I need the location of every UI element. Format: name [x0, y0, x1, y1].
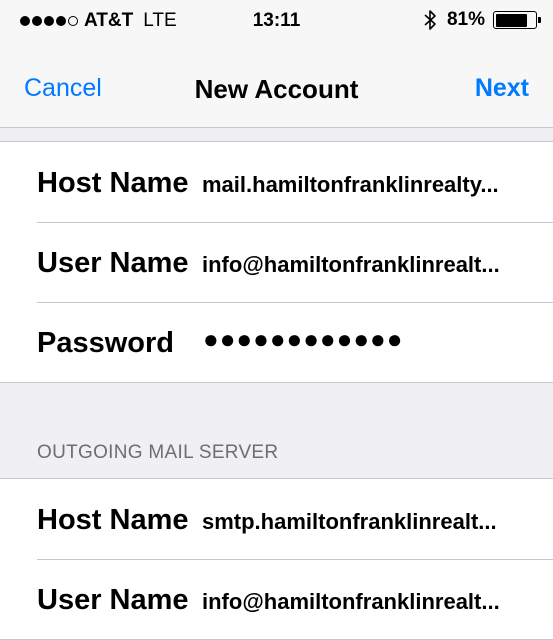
- incoming-server-group: Host Name mail.hamiltonfranklinrealty...…: [0, 141, 553, 383]
- navigation-bar: Cancel New Account Next: [0, 40, 553, 128]
- incoming-password-field[interactable]: ●●●●●●●●●●●●: [203, 324, 403, 355]
- section-header-outgoing: OUTGOING MAIL SERVER: [37, 442, 279, 463]
- battery-level: [495, 13, 528, 27]
- field-label: User Name: [37, 584, 189, 616]
- incoming-host-name-field[interactable]: mail.hamiltonfranklinrealty...: [202, 172, 499, 198]
- status-bar: AT&T LTE 13:11 81%: [0, 0, 553, 40]
- outgoing-host-name-field[interactable]: smtp.hamiltonfranklinrealt...: [202, 509, 497, 535]
- outgoing-host-name-row[interactable]: Host Name smtp.hamiltonfranklinrealt...: [0, 479, 553, 559]
- battery-percent: 81%: [446, 9, 485, 30]
- field-label: Host Name: [37, 504, 189, 536]
- battery-icon: [493, 11, 541, 29]
- status-bar-right: 81%: [423, 9, 541, 31]
- outgoing-server-group: Host Name smtp.hamiltonfranklinrealt... …: [0, 478, 553, 640]
- incoming-host-name-row[interactable]: Host Name mail.hamiltonfranklinrealty...: [0, 142, 553, 222]
- field-label: User Name: [37, 247, 189, 279]
- outgoing-user-name-row[interactable]: User Name info@hamiltonfranklinrealt...: [0, 559, 553, 639]
- page-title: New Account: [194, 74, 359, 104]
- outgoing-user-name-field[interactable]: info@hamiltonfranklinrealt...: [202, 589, 500, 615]
- incoming-user-name-field[interactable]: info@hamiltonfranklinrealt...: [202, 252, 500, 278]
- next-button[interactable]: Next: [475, 74, 529, 103]
- incoming-user-name-row[interactable]: User Name info@hamiltonfranklinrealt...: [0, 222, 553, 302]
- field-label: Password: [37, 327, 174, 359]
- incoming-password-row[interactable]: Password ●●●●●●●●●●●●: [0, 302, 553, 382]
- bluetooth-icon: [424, 10, 436, 30]
- field-label: Host Name: [37, 167, 189, 199]
